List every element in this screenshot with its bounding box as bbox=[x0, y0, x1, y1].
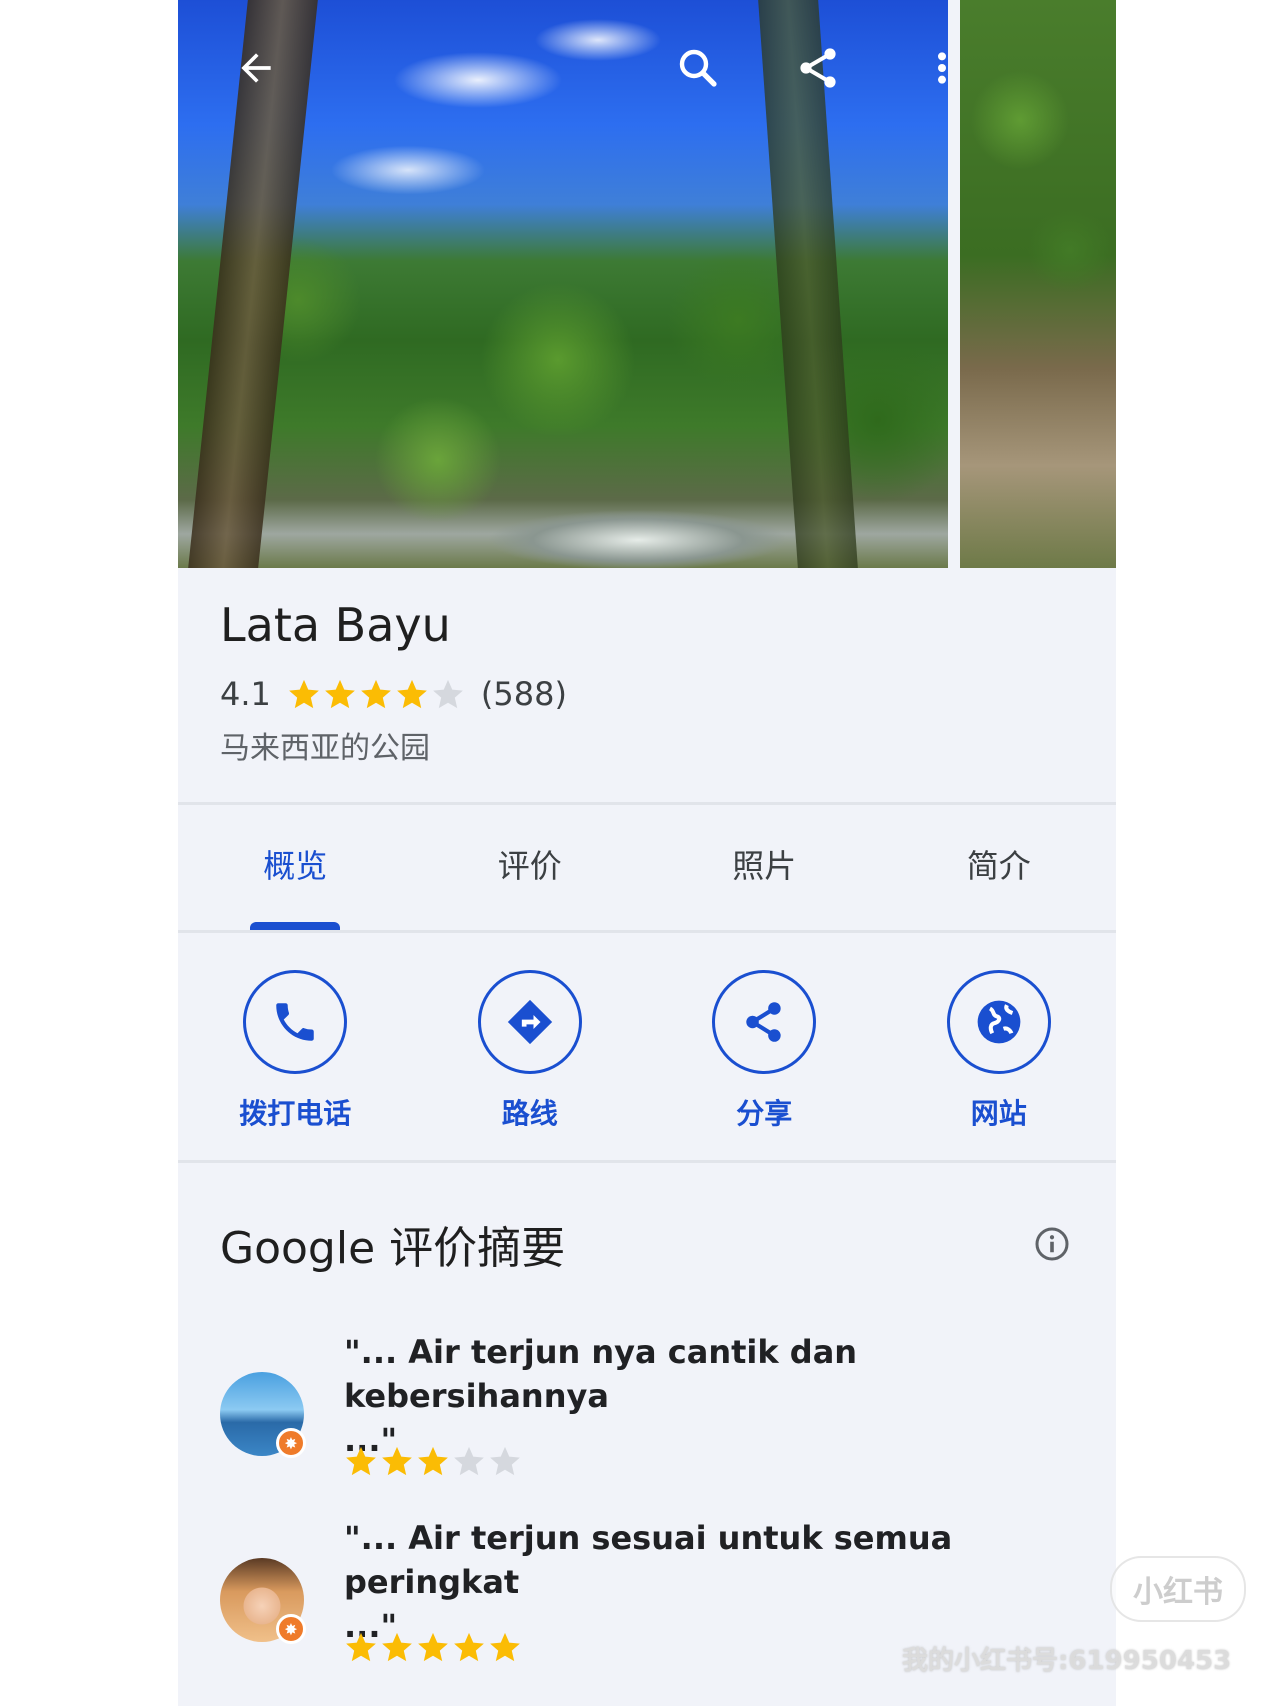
review-quote: "... Air terjun sesuai untuk semua perin… bbox=[344, 1516, 1084, 1648]
avatar: ✸ bbox=[220, 1558, 306, 1644]
review-stars bbox=[344, 1444, 524, 1478]
review-quote-line: "... Air terjun sesuai untuk semua perin… bbox=[344, 1519, 953, 1601]
star-icon bbox=[490, 1632, 520, 1662]
photo-forest-path[interactable] bbox=[960, 0, 1116, 568]
avatar: ✸ bbox=[220, 1372, 306, 1458]
review-quote-line: "... Air terjun nya cantik dan kebersiha… bbox=[344, 1333, 858, 1415]
photo-carousel[interactable] bbox=[178, 0, 1116, 568]
tab-photos[interactable]: 照片 bbox=[647, 806, 882, 930]
place-info: Lata Bayu 4.1 (588) 马来西亚的公园 bbox=[178, 568, 1116, 804]
place-title: Lata Bayu bbox=[220, 598, 451, 652]
star-icon bbox=[325, 679, 355, 709]
review-count: (588) bbox=[480, 675, 567, 713]
review-summary-title: Google 评价摘要 bbox=[220, 1223, 566, 1274]
tab-label: 简介 bbox=[966, 847, 1031, 885]
review-stars bbox=[344, 1630, 524, 1664]
tab-label: 评价 bbox=[497, 847, 562, 885]
website-button[interactable]: 网站 bbox=[882, 938, 1117, 1160]
info-icon[interactable] bbox=[1034, 1226, 1070, 1262]
place-panel: Lata Bayu 4.1 (588) 马来西亚的公园 概览 评价 照片 简介 … bbox=[178, 0, 1116, 1706]
phone-icon bbox=[243, 970, 348, 1074]
star-icon bbox=[418, 1632, 448, 1662]
divider bbox=[178, 930, 1116, 933]
star-empty-icon bbox=[490, 1446, 520, 1476]
tab-overview[interactable]: 概览 bbox=[178, 806, 413, 930]
tab-reviews[interactable]: 评价 bbox=[413, 806, 648, 930]
tab-bar: 概览 评价 照片 简介 bbox=[178, 806, 1116, 930]
star-icon bbox=[418, 1446, 448, 1476]
rating-stars bbox=[287, 677, 467, 711]
share-icon bbox=[712, 970, 817, 1074]
star-icon bbox=[454, 1632, 484, 1662]
website-label: 网站 bbox=[970, 1097, 1027, 1130]
place-category: 马来西亚的公园 bbox=[220, 731, 430, 766]
share-icon[interactable] bbox=[790, 40, 846, 96]
more-vert-icon[interactable] bbox=[914, 40, 970, 96]
directions-label: 路线 bbox=[501, 1097, 558, 1130]
star-icon bbox=[289, 679, 319, 709]
local-guide-badge-icon: ✸ bbox=[276, 1614, 306, 1644]
watermark-logo: 小红书 bbox=[1110, 1556, 1246, 1622]
tab-label: 概览 bbox=[263, 847, 328, 885]
star-empty-icon bbox=[454, 1446, 484, 1476]
call-button[interactable]: 拨打电话 bbox=[178, 938, 413, 1160]
share-label: 分享 bbox=[736, 1097, 793, 1130]
tab-about[interactable]: 简介 bbox=[882, 806, 1117, 930]
rating-row[interactable]: 4.1 (588) bbox=[220, 672, 567, 716]
search-icon[interactable] bbox=[670, 40, 726, 96]
action-row: 拨打电话 路线 分享 网站 bbox=[178, 938, 1116, 1160]
rating-value: 4.1 bbox=[220, 675, 271, 713]
call-label: 拨打电话 bbox=[239, 1097, 352, 1130]
divider bbox=[178, 1160, 1116, 1163]
watermark-text: 我的小红书号:619950453 bbox=[902, 1646, 1232, 1676]
star-icon bbox=[346, 1446, 376, 1476]
star-empty-icon bbox=[433, 679, 463, 709]
share-button[interactable]: 分享 bbox=[647, 938, 882, 1160]
globe-icon bbox=[946, 970, 1051, 1074]
directions-icon bbox=[477, 970, 582, 1074]
back-arrow-icon[interactable] bbox=[228, 40, 284, 96]
tab-active-indicator bbox=[250, 922, 340, 930]
directions-button[interactable]: 路线 bbox=[413, 938, 648, 1160]
divider bbox=[178, 802, 1116, 805]
star-icon bbox=[382, 1632, 412, 1662]
review-quote: "... Air terjun nya cantik dan kebersiha… bbox=[344, 1330, 1084, 1462]
local-guide-badge-icon: ✸ bbox=[276, 1428, 306, 1458]
star-icon bbox=[397, 679, 427, 709]
tab-label: 照片 bbox=[732, 847, 797, 885]
star-icon bbox=[361, 679, 391, 709]
star-icon bbox=[346, 1632, 376, 1662]
star-icon bbox=[382, 1446, 412, 1476]
